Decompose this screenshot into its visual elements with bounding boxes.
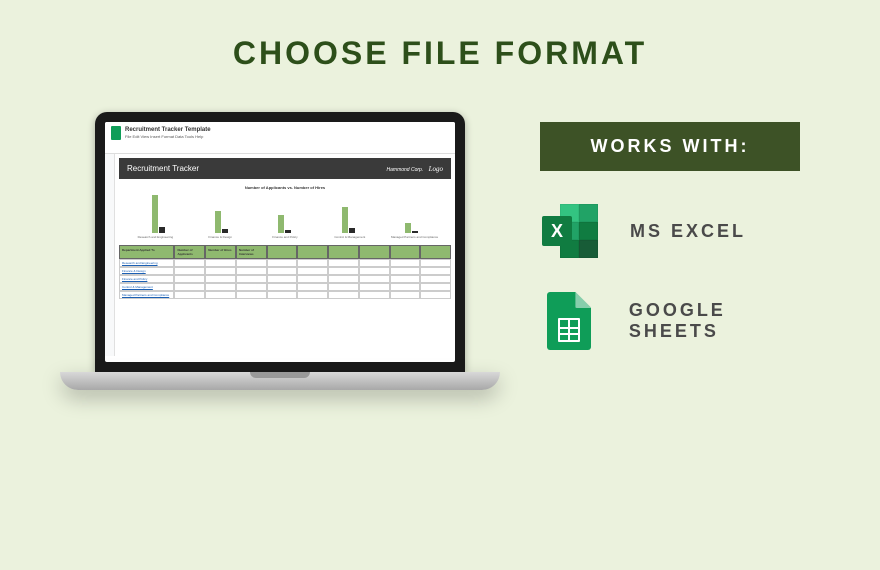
document-title: Recruitment Tracker Template xyxy=(125,127,211,133)
excel-icon: X xyxy=(540,201,600,261)
format-options: WORKS WITH: X MS EXCEL xyxy=(540,112,820,381)
chart-bars xyxy=(123,193,447,233)
tracker-header: Recruitment Tracker Hammond Corp. Logo xyxy=(119,158,451,179)
chart-title: Number of Applicants vs. Number of Hires xyxy=(123,185,447,190)
table-row: Control & Management xyxy=(119,283,451,291)
spreadsheet-app: Recruitment Tracker Template File Edit V… xyxy=(105,122,455,362)
company-name: Hammond Corp. xyxy=(387,167,424,173)
laptop-screen: Recruitment Tracker Template File Edit V… xyxy=(95,112,465,372)
bar-group xyxy=(405,223,418,233)
logo-placeholder: Logo xyxy=(429,165,443,173)
row-numbers xyxy=(105,154,115,356)
format-option-excel[interactable]: X MS EXCEL xyxy=(540,201,820,261)
sheet-cells: Recruitment Tracker Hammond Corp. Logo N… xyxy=(115,154,455,356)
tracker-chart: Number of Applicants vs. Number of Hires… xyxy=(119,181,451,243)
format-option-sheets[interactable]: GOOGLE SHEETS xyxy=(540,291,820,351)
tracker-table: Department Applied ToNumber of Applicant… xyxy=(119,245,451,299)
bar-group xyxy=(278,215,291,233)
table-row: Managed Partners and Compliance xyxy=(119,291,451,299)
works-with-badge: WORKS WITH: xyxy=(540,122,800,171)
table-row: Research and Engineering xyxy=(119,259,451,267)
app-toolbar xyxy=(105,144,455,154)
bar-group xyxy=(342,207,355,233)
content-wrapper: Recruitment Tracker Template File Edit V… xyxy=(0,72,880,390)
excel-letter: X xyxy=(542,216,572,246)
laptop-base xyxy=(60,372,500,390)
format-list: X MS EXCEL GOOGLE SHEETS xyxy=(540,201,820,351)
page-title: CHOOSE FILE FORMAT xyxy=(0,0,880,72)
sheet-body: Recruitment Tracker Hammond Corp. Logo N… xyxy=(105,154,455,356)
bar-group xyxy=(152,195,165,233)
table-head: Department Applied ToNumber of Applicant… xyxy=(119,245,451,259)
google-sheets-icon xyxy=(540,291,599,351)
sheets-app-icon xyxy=(111,126,121,140)
excel-label: MS EXCEL xyxy=(630,221,746,242)
app-menubar: Recruitment Tracker Template File Edit V… xyxy=(105,122,455,144)
table-body: Research and EngineeringFinance & Design… xyxy=(119,259,451,299)
company-block: Hammond Corp. Logo xyxy=(387,165,443,173)
laptop-notch xyxy=(250,372,310,378)
chart-labels: Research and EngineeringFinance & Design… xyxy=(123,235,447,239)
table-row: Finance and Policy xyxy=(119,275,451,283)
sheets-label: GOOGLE SHEETS xyxy=(629,300,820,342)
bar-group xyxy=(215,211,228,233)
table-row: Finance & Design xyxy=(119,267,451,275)
menu-items: File Edit View Insert Format Data Tools … xyxy=(125,134,211,139)
laptop-mockup: Recruitment Tracker Template File Edit V… xyxy=(60,112,500,390)
tracker-title: Recruitment Tracker xyxy=(127,164,199,173)
